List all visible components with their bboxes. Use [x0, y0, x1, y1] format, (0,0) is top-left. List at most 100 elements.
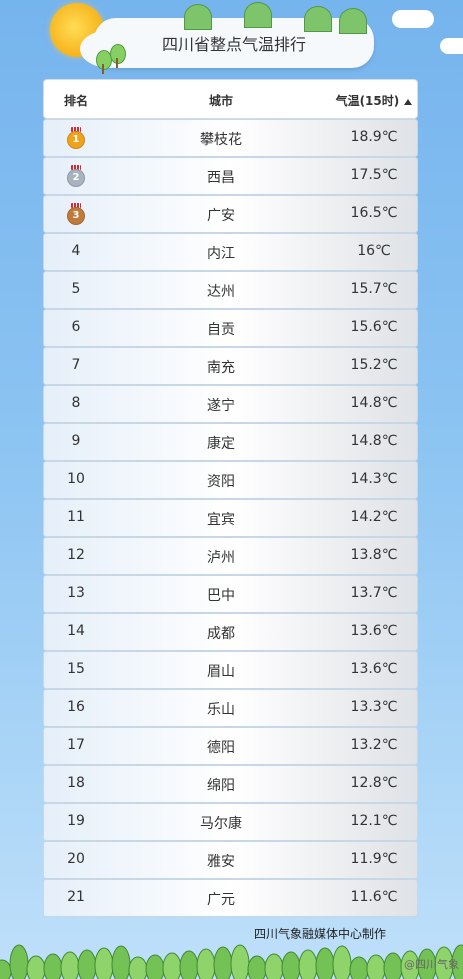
city-cell: 宜宾: [207, 512, 235, 528]
temp-cell: 15.2℃: [350, 357, 398, 373]
table-row: 15 眉山 13.6℃: [43, 651, 418, 689]
temp-cell: 16℃: [357, 243, 391, 259]
city-cell: 康定: [207, 436, 235, 452]
tree-shape: [60, 951, 80, 979]
page-title: 四川省整点气温排行: [161, 35, 306, 54]
tree-shape: [349, 956, 369, 979]
table-row: 9 康定 14.8℃: [43, 423, 418, 461]
temp-cell: 18.9℃: [350, 129, 398, 145]
temp-cell: 13.8℃: [350, 547, 398, 563]
table-row: 17 德阳 13.2℃: [43, 727, 418, 765]
tree-shape: [366, 954, 386, 979]
header-city: 城市: [208, 94, 233, 108]
tree-shape: [77, 949, 97, 979]
rank-cell: 17: [67, 737, 85, 753]
city-cell: 德阳: [207, 740, 235, 756]
rank-cell: 16: [67, 699, 85, 715]
header-temp: 气温(15时): [335, 94, 400, 108]
temp-cell: 13.7℃: [350, 585, 398, 601]
temp-cell: 13.6℃: [350, 623, 398, 639]
temp-cell: 14.2℃: [350, 509, 398, 525]
bronze-medal-icon: 3: [67, 203, 85, 225]
hill-decoration: [304, 6, 332, 32]
table-header: 排名 城市 气温(15时): [43, 79, 418, 119]
tree-decoration: [110, 44, 126, 64]
rank-cell: 15: [67, 661, 85, 677]
tree-shape: [111, 945, 131, 979]
city-cell: 成都: [207, 626, 235, 642]
tree-shape: [230, 944, 250, 979]
rank-cell: 10: [67, 471, 85, 487]
header-temp-sort[interactable]: 气温(15时): [334, 92, 414, 109]
table-row: 1 攀枝花 18.9℃: [43, 119, 418, 157]
temp-cell: 12.1℃: [350, 813, 398, 829]
cloud-decoration: [440, 38, 463, 54]
tree-shape: [196, 948, 216, 979]
city-cell: 泸州: [207, 550, 235, 566]
rank-cell: 6: [71, 319, 81, 335]
gold-medal-icon: 1: [67, 127, 85, 149]
city-cell: 西昌: [207, 170, 235, 186]
rank-cell: 13: [67, 585, 85, 601]
watermark: @四川气象: [404, 958, 459, 971]
temp-cell: 11.9℃: [350, 851, 398, 867]
table-row: 10 资阳 14.3℃: [43, 461, 418, 499]
temp-cell: 15.6℃: [350, 319, 398, 335]
tree-shape: [43, 953, 63, 979]
rank-cell: 14: [67, 623, 85, 639]
tree-shape: [145, 954, 165, 979]
table-row: 16 乐山 13.3℃: [43, 689, 418, 727]
rank-cell: 18: [67, 775, 85, 791]
tree-shape: [26, 955, 46, 979]
city-cell: 自贡: [207, 322, 235, 338]
table-row: 20 雅安 11.9℃: [43, 841, 418, 879]
rank-cell: 19: [67, 813, 85, 829]
city-cell: 南充: [207, 360, 235, 376]
temp-cell: 13.2℃: [350, 737, 398, 753]
rank-cell: 4: [71, 243, 81, 259]
title-banner: 四川省整点气温排行: [80, 2, 374, 68]
silver-medal-icon: 2: [67, 165, 85, 187]
tree-shape: [298, 949, 318, 979]
temp-cell: 11.6℃: [350, 889, 398, 905]
rank-cell: 12: [67, 547, 85, 563]
table-row: 21 广元 11.6℃: [43, 879, 418, 917]
tree-shape: [332, 945, 352, 979]
city-cell: 达州: [207, 284, 235, 300]
city-cell: 广元: [207, 892, 235, 908]
temp-cell: 14.3℃: [350, 471, 398, 487]
tree-trunk: [116, 58, 118, 68]
temp-cell: 14.8℃: [350, 433, 398, 449]
tree-shape: [94, 947, 114, 979]
rank-cell: 11: [67, 509, 85, 525]
tree-shape: [128, 956, 148, 979]
city-cell: 绵阳: [207, 778, 235, 794]
medal-number: 3: [67, 207, 85, 225]
temp-cell: 16.5℃: [350, 205, 398, 221]
city-cell: 广安: [207, 208, 235, 224]
tree-shape: [213, 946, 233, 979]
table-row: 19 马尔康 12.1℃: [43, 803, 418, 841]
tree-shape: [162, 952, 182, 979]
medal-number: 2: [67, 169, 85, 187]
table-row: 5 达州 15.7℃: [43, 271, 418, 309]
tree-trunk: [102, 64, 104, 74]
table-row: 4 内江 16℃: [43, 233, 418, 271]
city-cell: 眉山: [207, 664, 235, 680]
tree-shape: [9, 944, 29, 979]
tree-shape: [315, 947, 335, 979]
city-cell: 乐山: [207, 702, 235, 718]
ranking-table: 排名 城市 气温(15时) 1 攀枝花 18.9℃ 2 西昌 17.5℃ 3 广安 16.5℃ 4…: [43, 79, 418, 917]
city-cell: 内江: [207, 246, 235, 262]
temp-cell: 14.8℃: [350, 395, 398, 411]
city-cell: 攀枝花: [200, 132, 242, 148]
header-rank: 排名: [63, 94, 88, 108]
city-cell: 遂宁: [207, 398, 235, 414]
cloud-decoration: [392, 10, 434, 28]
tree-shape: [281, 951, 301, 979]
rank-cell: 20: [67, 851, 85, 867]
table-row: 18 绵阳 12.8℃: [43, 765, 418, 803]
tree-shape: [179, 950, 199, 979]
table-row: 8 遂宁 14.8℃: [43, 385, 418, 423]
temp-cell: 13.3℃: [350, 699, 398, 715]
